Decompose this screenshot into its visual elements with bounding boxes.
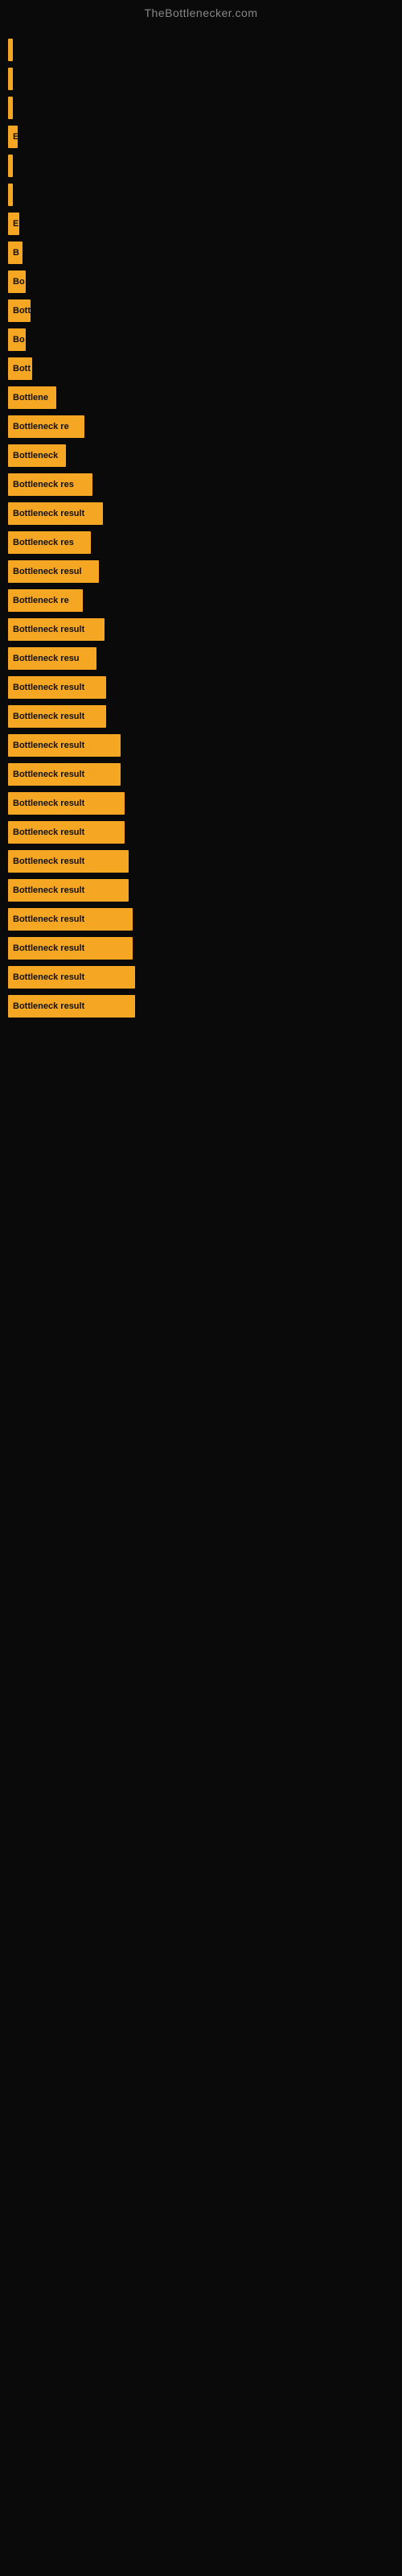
bar-item: Bottleneck result (8, 850, 129, 873)
bar-label: Bottlene (13, 393, 48, 402)
bar-item: | (8, 39, 13, 61)
bar-item: | (8, 184, 13, 206)
bar-label: Bottleneck result (13, 828, 84, 837)
bar-item: E (8, 213, 19, 235)
bar-item: Bottleneck result (8, 792, 125, 815)
bar-row: | (8, 184, 402, 206)
bar-item: Bottleneck resul (8, 560, 99, 583)
bar-item: Bottleneck result (8, 763, 121, 786)
bar-item: Bottleneck (8, 444, 66, 467)
bar-row: Bott (8, 299, 402, 322)
bar-label: Bo (13, 335, 25, 345)
bar-label: Bottleneck result (13, 741, 84, 750)
bar-item: Bottleneck result (8, 734, 121, 757)
bar-item: Bott (8, 357, 32, 380)
bar-row: Bottleneck result (8, 734, 402, 757)
bar-item: Bottleneck result (8, 879, 129, 902)
bar-item: | (8, 68, 13, 90)
bar-row: Bottleneck result (8, 879, 402, 902)
bar-label: Bottleneck result (13, 972, 84, 982)
bar-row: Bottleneck res (8, 531, 402, 554)
bar-label: Bottleneck result (13, 712, 84, 721)
bar-row: Bottleneck resu (8, 647, 402, 670)
bar-row: Bottleneck result (8, 676, 402, 699)
bar-item: Bo (8, 270, 26, 293)
bar-label: Bottleneck resul (13, 567, 82, 576)
bars-container: | | | E | | E B Bo Bott Bo Bott Bottlene Bottleneck r… (0, 23, 402, 1024)
bar-row: Bottlene (8, 386, 402, 409)
bar-item: B (8, 242, 23, 264)
bar-row: Bottleneck result (8, 502, 402, 525)
bar-label: E (13, 132, 18, 142)
bar-label: B (13, 248, 19, 258)
bar-label: Bottleneck re (13, 596, 69, 605)
bar-row: Bottleneck res (8, 473, 402, 496)
bar-row: Bottleneck result (8, 850, 402, 873)
bar-label: Bottleneck res (13, 538, 74, 547)
bar-row: E (8, 213, 402, 235)
bar-row: Bottleneck result (8, 618, 402, 641)
bar-row: | (8, 68, 402, 90)
site-title: TheBottlenecker.com (0, 0, 402, 23)
bar-item: Bott (8, 299, 31, 322)
bar-item: Bottleneck res (8, 473, 92, 496)
bar-label: Bottleneck result (13, 683, 84, 692)
bar-row: E (8, 126, 402, 148)
bar-item: Bottleneck result (8, 502, 103, 525)
bar-label: Bottleneck result (13, 625, 84, 634)
bar-row: Bottleneck result (8, 908, 402, 931)
bar-row: Bottleneck result (8, 821, 402, 844)
bar-item: Bottleneck result (8, 705, 106, 728)
bar-item: Bottleneck resu (8, 647, 96, 670)
bar-item: Bo (8, 328, 26, 351)
bar-row: Bottleneck re (8, 589, 402, 612)
bar-label: Bottleneck result (13, 943, 84, 953)
bar-row: Bottleneck resul (8, 560, 402, 583)
bar-label: Bottleneck result (13, 770, 84, 779)
bar-row: | (8, 155, 402, 177)
bar-label: Bottleneck resu (13, 654, 80, 663)
bar-item: Bottleneck result (8, 995, 135, 1018)
bar-row: Bott (8, 357, 402, 380)
bar-item: Bottleneck result (8, 966, 135, 989)
bar-row: Bottleneck re (8, 415, 402, 438)
bar-label: Bottleneck result (13, 509, 84, 518)
bar-label: Bott (13, 364, 31, 374)
bar-row: B (8, 242, 402, 264)
bar-item: Bottleneck result (8, 937, 133, 960)
bar-item: Bottleneck res (8, 531, 91, 554)
bar-row: Bottleneck result (8, 937, 402, 960)
bar-row: Bo (8, 328, 402, 351)
bar-label: Bottleneck result (13, 914, 84, 924)
bar-item: Bottleneck result (8, 908, 133, 931)
bar-row: Bo (8, 270, 402, 293)
bar-item: E (8, 126, 18, 148)
bar-row: Bottleneck result (8, 763, 402, 786)
bar-label: Bo (13, 277, 25, 287)
bar-label: Bottleneck result (13, 857, 84, 866)
bar-item: | (8, 97, 13, 119)
bar-item: Bottleneck re (8, 415, 84, 438)
bar-label: Bottleneck result (13, 799, 84, 808)
bar-row: Bottleneck result (8, 705, 402, 728)
bar-label: E (13, 219, 18, 229)
bar-label: Bottleneck re (13, 422, 69, 431)
bar-item: Bottlene (8, 386, 56, 409)
bar-label: Bottleneck result (13, 886, 84, 895)
bar-item: Bottleneck result (8, 676, 106, 699)
bar-item: Bottleneck re (8, 589, 83, 612)
bar-row: | (8, 97, 402, 119)
bar-item: Bottleneck result (8, 618, 105, 641)
bar-row: Bottleneck (8, 444, 402, 467)
bar-item: Bottleneck result (8, 821, 125, 844)
bar-label: Bottleneck (13, 451, 58, 460)
bar-label: Bott (13, 306, 31, 316)
bar-row: | (8, 39, 402, 61)
bar-item: | (8, 155, 13, 177)
bar-label: Bottleneck res (13, 480, 74, 489)
bar-row: Bottleneck result (8, 792, 402, 815)
bar-label: Bottleneck result (13, 1001, 84, 1011)
bar-row: Bottleneck result (8, 966, 402, 989)
bar-row: Bottleneck result (8, 995, 402, 1018)
